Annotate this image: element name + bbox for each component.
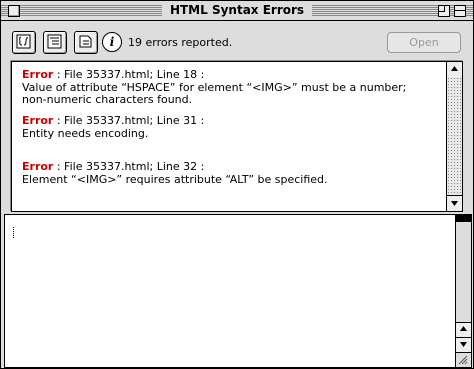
- scroll-track[interactable]: [447, 77, 462, 196]
- error-list-pane: Error : File 35337.html; Line 18 : Value…: [11, 61, 463, 212]
- scroll-down-arrow[interactable]: [447, 195, 462, 211]
- toolbar: i 19 errors reported. Open: [1, 21, 473, 61]
- error-message: Element “<IMG>” requires attribute “ALT”…: [22, 172, 328, 186]
- error-label: Error: [22, 160, 54, 173]
- info-icon: i: [102, 32, 122, 52]
- edit-source-button[interactable]: [12, 31, 36, 54]
- document-button[interactable]: [74, 31, 98, 54]
- list-view-button[interactable]: [43, 31, 67, 54]
- scroll-down-arrow[interactable]: [456, 337, 471, 352]
- text-caret: [13, 227, 14, 239]
- scroll-up-arrow[interactable]: [447, 62, 462, 78]
- scroll-up-arrow[interactable]: [456, 322, 471, 337]
- down-arrow-icon: [460, 342, 467, 347]
- down-arrow-icon: [451, 201, 458, 206]
- error-list-scrollbar[interactable]: [446, 62, 462, 211]
- error-location: : File 35337.html; Line 18 :: [53, 68, 205, 81]
- status-text: 19 errors reported.: [128, 36, 233, 49]
- error-message: Entity needs encoding.: [22, 126, 149, 140]
- error-location: : File 35337.html; Line 31 :: [53, 114, 205, 127]
- up-arrow-icon: [451, 66, 458, 71]
- collapse-box[interactable]: [454, 5, 466, 17]
- window: HTML Syntax Errors i 19 errors reported.…: [0, 0, 474, 369]
- up-arrow-icon: [460, 326, 467, 331]
- error-entry[interactable]: Error : File 35337.html; Line 31 : Entit…: [22, 114, 205, 140]
- zoom-box[interactable]: [438, 5, 450, 17]
- resize-grip-icon: [458, 355, 468, 365]
- error-label: Error: [22, 68, 54, 81]
- scroll-thumb[interactable]: [456, 215, 471, 222]
- resize-grip[interactable]: [455, 352, 471, 367]
- source-scrollbar[interactable]: [455, 215, 471, 352]
- error-label: Error: [22, 114, 54, 127]
- error-message: non-numeric characters found.: [22, 93, 193, 106]
- source-text-pane[interactable]: [4, 214, 472, 368]
- title-bar[interactable]: HTML Syntax Errors: [1, 1, 473, 21]
- window-title: HTML Syntax Errors: [161, 3, 313, 18]
- error-entry[interactable]: Error : File 35337.html; Line 18 : Value…: [22, 68, 406, 107]
- document-icon: [79, 35, 92, 48]
- list-view-icon: [47, 34, 62, 49]
- edit-source-icon: [16, 34, 31, 49]
- error-list: Error : File 35337.html; Line 18 : Value…: [12, 62, 444, 211]
- close-box[interactable]: [8, 5, 20, 17]
- scroll-track[interactable]: [456, 222, 471, 322]
- error-entry[interactable]: Error : File 35337.html; Line 32 : Eleme…: [22, 160, 328, 186]
- open-button[interactable]: Open: [387, 32, 461, 53]
- error-location: : File 35337.html; Line 32 :: [53, 160, 205, 173]
